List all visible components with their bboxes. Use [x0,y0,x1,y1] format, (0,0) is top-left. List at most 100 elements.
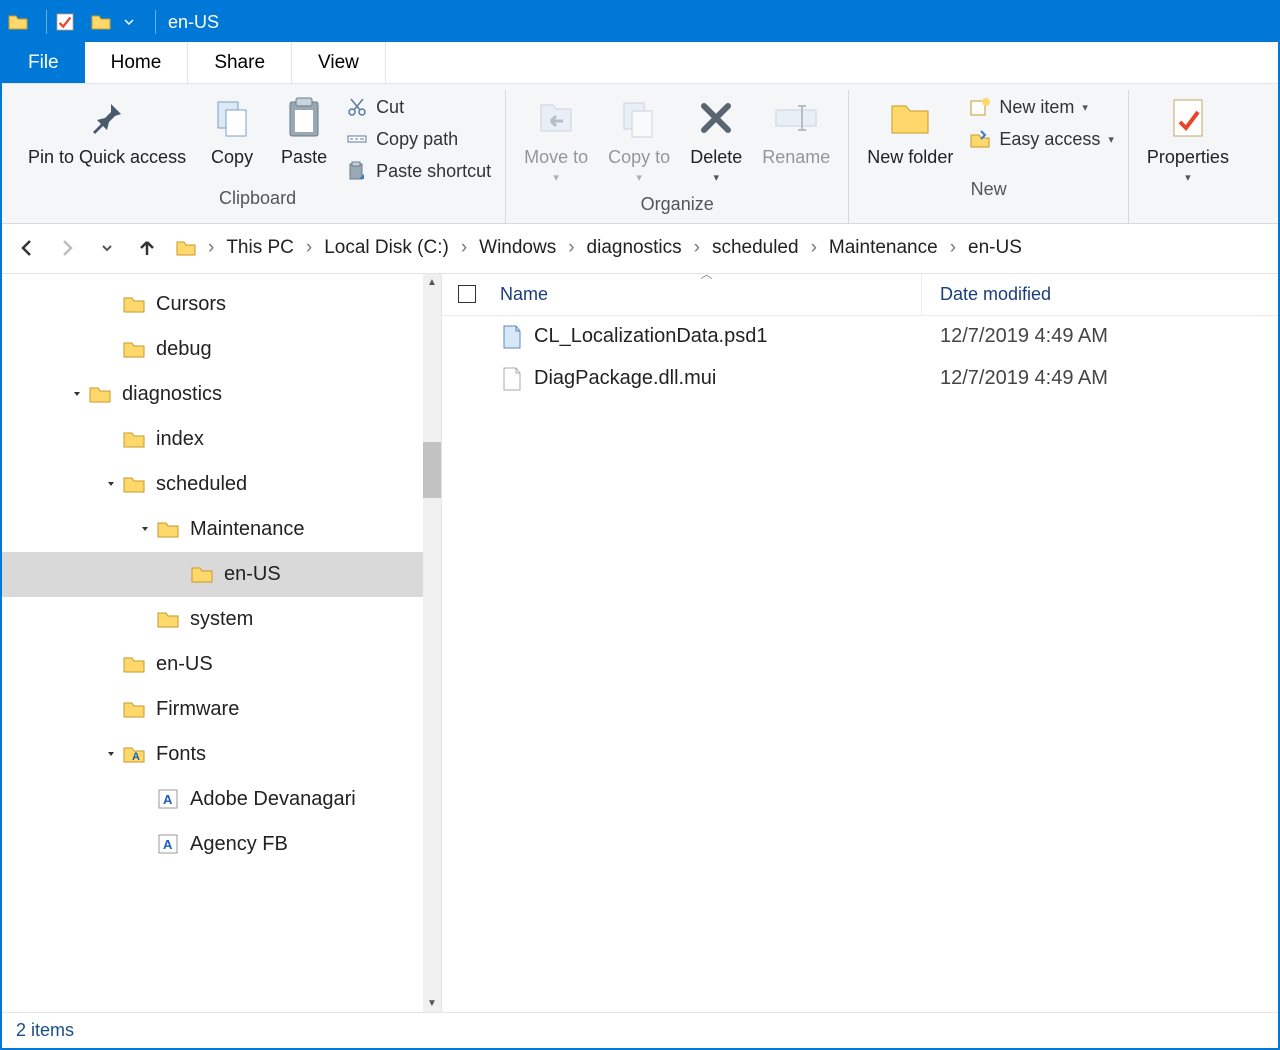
ribbon-tabs: File Home Share View [2,42,1278,84]
breadcrumb-sep[interactable]: › [304,237,314,259]
tree-item-index[interactable]: index [2,417,441,462]
breadcrumb-item[interactable]: Windows [473,233,562,263]
properties-button[interactable]: Properties ▾ [1137,90,1239,188]
tree-item-agency-fb[interactable]: AAgency FB [2,822,441,867]
group-open: Properties ▾ [1129,90,1247,223]
tab-view[interactable]: View [292,42,386,83]
svg-text:A: A [163,792,173,807]
tree-item-label: Cursors [156,293,226,316]
font-icon: A [156,787,180,811]
tree-item-label: Maintenance [190,518,305,541]
nav-tree[interactable]: Cursors debug diagnostics index scheduled Mai… [2,274,442,1013]
tab-file[interactable]: File [2,42,85,83]
svg-text:A: A [163,837,173,852]
breadcrumb-sep[interactable]: › [948,237,958,259]
file-icon [500,325,524,349]
file-icon [500,367,524,391]
tree-item-label: en-US [224,563,281,586]
breadcrumb-item[interactable]: Maintenance [823,233,944,263]
tree-item-diagnostics[interactable]: diagnostics [2,372,441,417]
breadcrumb-sep[interactable]: › [809,237,819,259]
copy-icon [208,94,256,142]
breadcrumb-sep[interactable]: › [566,237,576,259]
folder-icon [190,562,214,586]
new-item-icon [969,96,991,118]
tree-item-adobe-devanagari[interactable]: AAdobe Devanagari [2,777,441,822]
qat-folder-icon[interactable] [91,9,111,35]
titlebar: en-US [2,2,1278,42]
tab-home[interactable]: Home [85,42,189,83]
qat-properties-icon[interactable] [55,9,75,35]
rename-button[interactable]: Rename [752,90,840,173]
folder-icon [122,427,146,451]
tree-chevron-icon[interactable] [100,748,122,760]
back-button[interactable] [14,235,40,261]
breadcrumb-item[interactable]: en-US [962,233,1028,263]
paste-button[interactable]: Paste [268,90,340,173]
tree-item-label: system [190,608,253,631]
tree-scrollbar[interactable]: ▲ ▼ [423,274,441,1013]
tree-item-en-us[interactable]: en-US [2,642,441,687]
group-organize: Move to ▾ Copy to ▾ Delete ▾ [506,90,849,223]
qat-dropdown-icon[interactable] [121,9,137,35]
breadcrumb-item[interactable]: scheduled [706,233,805,263]
tree-chevron-icon[interactable] [66,388,88,400]
breadcrumb-sep[interactable]: › [459,237,469,259]
tree-item-scheduled[interactable]: scheduled [2,462,441,507]
cut-button[interactable]: Cut [346,96,491,118]
tree-item-label: diagnostics [122,383,222,406]
tree-item-en-us[interactable]: en-US [2,552,441,597]
select-all-checkbox[interactable] [442,285,492,303]
scroll-up-arrow[interactable]: ▲ [423,274,441,292]
tab-share[interactable]: Share [188,42,292,83]
titlebar-divider [46,10,47,34]
column-date[interactable]: Date modified [922,274,1278,315]
tree-item-label: index [156,428,204,451]
tree-item-fonts[interactable]: AFonts [2,732,441,777]
breadcrumb-sep[interactable]: › [692,237,702,259]
new-item-button[interactable]: New item ▾ [969,96,1114,118]
tree-item-system[interactable]: system [2,597,441,642]
file-row[interactable]: CL_LocalizationData.psd112/7/2019 4:49 A… [442,316,1278,358]
breadcrumb-item[interactable]: This PC [220,233,300,263]
column-name[interactable]: ︿ Name [492,274,922,315]
copy-path-button[interactable]: Copy path [346,128,491,150]
file-name: DiagPackage.dll.mui [534,367,716,390]
pin-to-quick-access-button[interactable]: Pin to Quick access [18,90,196,173]
scroll-thumb[interactable] [423,442,441,498]
copy-to-button[interactable]: Copy to ▾ [598,90,680,188]
move-to-button[interactable]: Move to ▾ [514,90,598,188]
delete-button[interactable]: Delete ▾ [680,90,752,188]
scroll-down-arrow[interactable]: ▼ [423,994,441,1012]
column-headers: ︿ Name Date modified [442,274,1278,316]
easy-access-button[interactable]: Easy access ▾ [969,128,1114,150]
tree-chevron-icon[interactable] [100,478,122,490]
tree-item-debug[interactable]: debug [2,327,441,372]
copy-to-icon [615,94,663,142]
breadcrumb-item[interactable]: Local Disk (C:) [318,233,455,263]
paste-shortcut-button[interactable]: Paste shortcut [346,160,491,182]
breadcrumb-item[interactable]: diagnostics [581,233,688,263]
tree-item-label: en-US [156,653,213,676]
breadcrumb-folder-icon [174,236,198,260]
chevron-down-icon: ▾ [1108,133,1114,146]
tree-item-label: Fonts [156,743,206,766]
forward-button[interactable] [54,235,80,261]
paste-icon [280,94,328,142]
tree-item-cursors[interactable]: Cursors [2,282,441,327]
cut-icon [346,96,368,118]
ribbon: Pin to Quick access Copy Paste Cut [2,84,1278,224]
breadcrumbs[interactable]: › This PC › Local Disk (C:) › Windows › … [174,233,1266,263]
chevron-down-icon: ▾ [1185,171,1191,184]
tree-item-label: debug [156,338,212,361]
tree-chevron-icon[interactable] [134,523,156,535]
tree-item-firmware[interactable]: Firmware [2,687,441,732]
up-button[interactable] [134,235,160,261]
copy-button[interactable]: Copy [196,90,268,173]
file-row[interactable]: DiagPackage.dll.mui12/7/2019 4:49 AM [442,358,1278,400]
breadcrumb-sep[interactable]: › [206,237,216,259]
new-folder-button[interactable]: New folder [857,90,963,173]
tree-item-maintenance[interactable]: Maintenance [2,507,441,552]
file-date: 12/7/2019 4:49 AM [922,325,1278,348]
recent-dropdown[interactable] [94,235,120,261]
